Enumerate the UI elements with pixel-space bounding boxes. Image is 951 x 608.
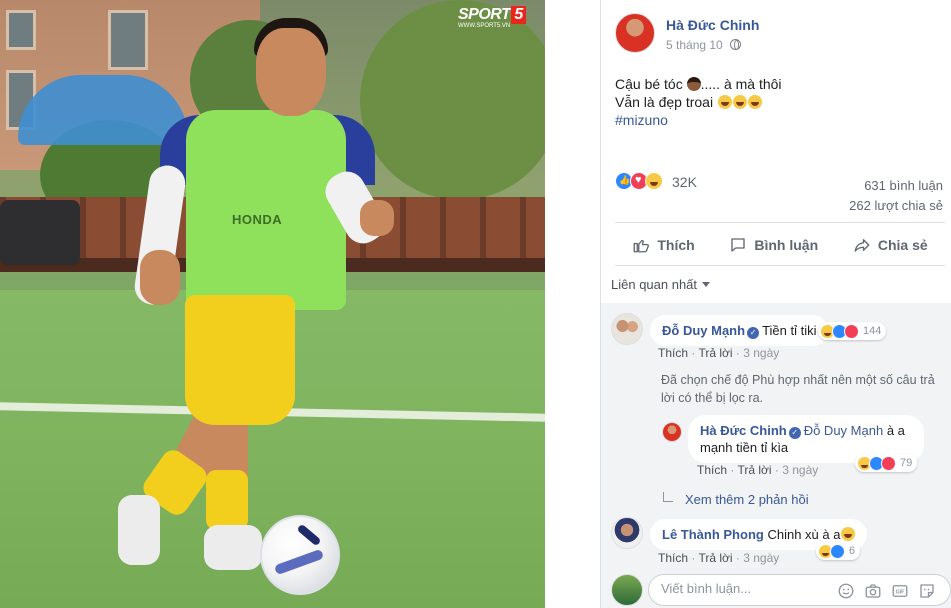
reply-arrow-icon [663, 492, 673, 502]
post-hashtag[interactable]: #mizuno [615, 111, 782, 129]
reaction-count[interactable]: 32K [672, 174, 697, 190]
commenter-avatar[interactable] [662, 422, 682, 442]
emoji-icon[interactable] [837, 582, 855, 600]
filtered-replies-notice: Đã chọn chế độ Phù hợp nhất nên một số c… [661, 373, 935, 405]
comment-bubble: Đỗ Duy Mạnh ✓ Tiền tỉ tiki [650, 315, 829, 346]
author-avatar[interactable] [615, 13, 655, 53]
love-reaction-icon [881, 455, 896, 471]
engagement-counts: 631 bình luận 262 lượt chia sẻ [849, 176, 943, 216]
post-body: Cậu bé tóc ..... à mà thôi Vẫn là đẹp tr… [615, 75, 782, 129]
view-more-replies-label: Xem thêm 2 phản hồi [685, 492, 809, 507]
share-button[interactable]: Chia sẻ [853, 230, 928, 260]
divider [615, 265, 945, 266]
post-photo[interactable]: HONDA SPORT 5 WWW.SPORT5.VN [0, 0, 545, 608]
laughing-emoji-icon [747, 95, 762, 109]
comment-meta: Thích · Trả lời · 3 ngày [697, 463, 819, 477]
post-date[interactable]: 5 tháng 10 [666, 38, 723, 52]
football [260, 515, 340, 595]
comment-meta: Thích · Trả lời · 3 ngày [658, 551, 780, 565]
comment-filter-label: Liên quan nhất [611, 277, 698, 292]
comment-reaction-count: 6 [849, 545, 856, 557]
comment-text: Tiền tỉ tiki [762, 323, 817, 338]
love-reaction-icon [844, 323, 859, 339]
photo-bags [0, 200, 80, 265]
sport5-watermark: SPORT 5 WWW.SPORT5.VN [458, 6, 536, 36]
laughing-emoji-icon [717, 95, 732, 109]
comment-label: Bình luận [754, 237, 819, 253]
comment-reply-link[interactable]: Trả lời [737, 463, 771, 477]
camera-icon[interactable] [864, 582, 882, 600]
comment-reactions[interactable]: 79 [855, 454, 918, 472]
comment-button[interactable]: Bình luận [729, 230, 818, 260]
share-label: Chia sẻ [877, 237, 928, 253]
gif-icon[interactable]: GIF [891, 582, 909, 600]
caret-down-icon [702, 282, 711, 287]
comment-meta: Thích · Trả lời · 3 ngày [658, 346, 780, 360]
commenter-avatar[interactable] [611, 313, 643, 345]
comment-bubble-icon [729, 236, 747, 254]
like-reaction-icon [830, 543, 845, 559]
comment-time[interactable]: 3 ngày [782, 463, 818, 477]
haha-reaction-icon [645, 172, 663, 190]
share-count[interactable]: 262 lượt chia sẻ [849, 196, 943, 216]
comment-composer[interactable]: GIF [648, 574, 951, 606]
laughing-emoji-icon [732, 95, 747, 109]
commenter-name[interactable]: Đỗ Duy Mạnh [662, 323, 745, 338]
laughing-emoji-icon [841, 527, 856, 541]
commenter-name[interactable]: Lê Thành Phong [662, 527, 764, 542]
post-meta: 5 tháng 10 [666, 38, 742, 52]
post-line2: Vẫn là đẹp troai [615, 94, 714, 110]
comment-count[interactable]: 631 bình luận [849, 176, 943, 196]
comment-reply-link[interactable]: Trả lời [698, 346, 732, 360]
verified-badge-icon: ✓ [788, 427, 801, 439]
comment-reactions[interactable]: 144 [818, 322, 887, 340]
like-label: Thích [657, 237, 695, 253]
sticker-icon[interactable] [918, 582, 936, 600]
post-line1-tail: ..... à mà thôi [700, 76, 782, 92]
like-button[interactable]: Thích [632, 230, 695, 260]
comment-reactions[interactable]: 6 [816, 542, 861, 560]
commenter-name[interactable]: Hà Đức Chinh [700, 423, 787, 438]
commenter-avatar[interactable] [611, 517, 643, 549]
verified-badge-icon: ✓ [747, 327, 760, 339]
boy-emoji-icon [686, 77, 701, 91]
mention-link[interactable]: Đỗ Duy Mạnh [804, 423, 883, 438]
action-bar: Thích Bình luận Chia sẻ [615, 230, 945, 260]
comment-reaction-count: 79 [900, 457, 913, 469]
comment-like-link[interactable]: Thích [658, 346, 688, 360]
comment-filter-dropdown[interactable]: Liên quan nhất [611, 277, 711, 292]
view-more-replies-link[interactable]: Xem thêm 2 phản hồi [663, 492, 809, 507]
divider [615, 222, 945, 223]
comment-like-link[interactable]: Thích [658, 551, 688, 565]
comment-reaction-count: 144 [863, 325, 882, 337]
thumbs-up-icon [632, 236, 650, 254]
facebook-photo-viewer: HONDA SPORT 5 WWW.SPORT5.VN Hà Đức Chinh … [0, 0, 951, 608]
comment-like-link[interactable]: Thích [697, 463, 727, 477]
post-line1: Cậu bé tóc [615, 76, 683, 92]
current-user-avatar[interactable] [611, 574, 643, 606]
comment-time[interactable]: 3 ngày [743, 551, 779, 565]
share-arrow-icon [853, 236, 871, 254]
bib-sponsor-text: HONDA [232, 212, 283, 227]
comment-time[interactable]: 3 ngày [743, 346, 779, 360]
post-panel: Hà Đức Chinh 5 tháng 10 Cậu bé tóc .....… [600, 0, 951, 608]
comment-input[interactable] [661, 581, 831, 596]
globe-icon[interactable] [730, 39, 742, 50]
comment-text: Chinh xù à a [767, 527, 841, 542]
svg-text:GIF: GIF [896, 590, 906, 596]
author-name[interactable]: Hà Đức Chinh [666, 17, 759, 33]
comment-reply-link[interactable]: Trả lời [698, 551, 732, 565]
